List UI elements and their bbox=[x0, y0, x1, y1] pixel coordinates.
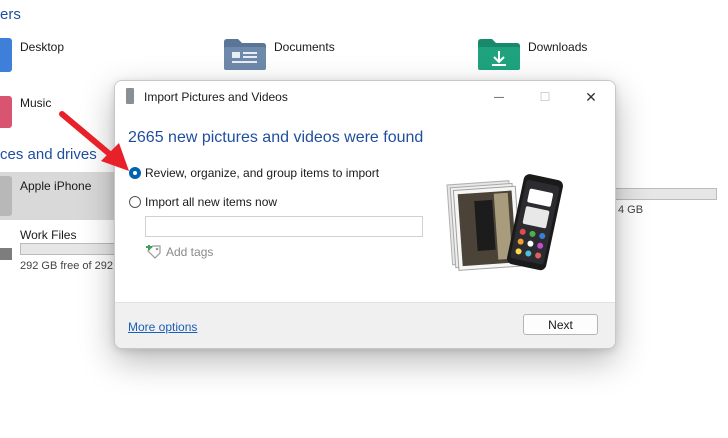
dialog-footer: More options Next bbox=[115, 302, 615, 348]
minimize-button[interactable]: — bbox=[476, 81, 522, 113]
add-tags-label: Add tags bbox=[166, 245, 214, 259]
drive-work-files-usage-bar bbox=[20, 243, 116, 255]
option-import-all-label[interactable]: Import all new items now bbox=[145, 195, 277, 209]
maximize-button[interactable]: ☐ bbox=[522, 81, 568, 113]
add-tags-link[interactable]: Add tags bbox=[146, 245, 213, 259]
import-dialog: Import Pictures and Videos — ☐ ✕ 2665 ne… bbox=[114, 80, 616, 349]
drive-apple-iphone-label: Apple iPhone bbox=[20, 179, 92, 193]
camera-icon bbox=[126, 88, 134, 104]
drive-work-files-free: 292 GB free of 292 bbox=[20, 260, 113, 272]
drive-work-files-label[interactable]: Work Files bbox=[20, 228, 76, 242]
close-icon: ✕ bbox=[585, 88, 597, 105]
more-options-link[interactable]: More options bbox=[128, 320, 197, 334]
next-button[interactable]: Next bbox=[523, 314, 598, 335]
close-button[interactable]: ✕ bbox=[568, 81, 614, 113]
option-review-organize-label[interactable]: Review, organize, and group items to imp… bbox=[145, 166, 379, 180]
drive-icon bbox=[0, 248, 12, 260]
dialog-title: Import Pictures and Videos bbox=[144, 90, 288, 104]
desktop-folder-icon[interactable] bbox=[0, 38, 12, 72]
downloads-folder-icon[interactable] bbox=[478, 38, 520, 70]
dialog-headline: 2665 new pictures and videos were found bbox=[128, 129, 424, 146]
folder-downloads[interactable]: Downloads bbox=[528, 40, 587, 54]
phone-icon bbox=[0, 176, 12, 216]
maximize-icon: ☐ bbox=[539, 90, 551, 104]
option-review-organize[interactable]: Review, organize, and group items to imp… bbox=[129, 166, 379, 180]
documents-folder-icon[interactable] bbox=[224, 38, 266, 70]
annotation-arrow-icon bbox=[59, 111, 129, 171]
tags-input[interactable] bbox=[145, 216, 423, 237]
folder-documents[interactable]: Documents bbox=[274, 40, 335, 54]
tag-icon bbox=[146, 245, 161, 259]
dialog-titlebar[interactable]: Import Pictures and Videos — ☐ ✕ bbox=[115, 81, 615, 113]
folders-heading: ers bbox=[0, 6, 21, 23]
radio-unselected-icon[interactable] bbox=[129, 196, 141, 208]
drive-partial-usage-bar bbox=[614, 188, 717, 200]
folder-music[interactable]: Music bbox=[20, 96, 51, 110]
drive-partial-free: 4 GB bbox=[618, 204, 644, 216]
music-folder-icon[interactable] bbox=[0, 96, 12, 128]
folder-desktop[interactable]: Desktop bbox=[20, 40, 64, 54]
import-illustration bbox=[443, 171, 589, 283]
option-import-all[interactable]: Import all new items now bbox=[129, 195, 277, 209]
minimize-icon: — bbox=[494, 91, 504, 103]
